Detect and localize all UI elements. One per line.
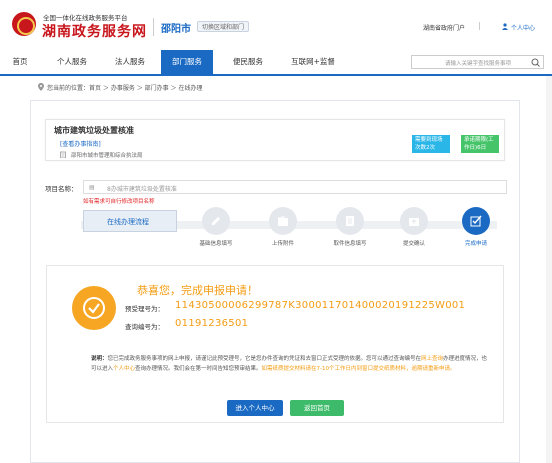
- personal-center-inline-link[interactable]: 个人中心: [113, 366, 135, 372]
- check-edit-icon: [470, 215, 482, 227]
- step-1-circle: [202, 207, 230, 235]
- visits-badge-line1: 需要到现场: [415, 137, 443, 143]
- nav-item-convenience[interactable]: 便民服务: [226, 50, 270, 74]
- step-5-label: 完成申请: [464, 241, 487, 247]
- department-name: 邵阳市城市管理和综合执法局: [71, 153, 143, 159]
- site-header: 全国一体化在线政务服务平台 湖南政务服务网 邵阳市 切换区域和部门 湖南省政府门…: [0, 0, 552, 50]
- visits-badge: 需要到现场 次数2次: [412, 135, 450, 153]
- search-placeholder: 请输入关键字查找服务事项: [445, 61, 512, 67]
- enter-personal-center-button[interactable]: 进入个人中心: [227, 400, 283, 416]
- nav-item-legal[interactable]: 法人服务: [108, 50, 152, 74]
- upload-folder-icon: [278, 216, 288, 226]
- breadcrumb: 您当前的位置：首页 ＞ 办事服务 ＞ 部门办事 ＞ 在线办理: [47, 83, 202, 92]
- desc-text-3: 查询办理情况。我们会在第一时间告知您预审结果。: [135, 366, 262, 372]
- current-city: 邵阳市: [161, 24, 191, 35]
- form-icon: ▤: [89, 184, 95, 191]
- project-name-value: 8办城市建筑垃圾处置核准: [107, 186, 177, 193]
- nav-item-department[interactable]: 部门服务: [161, 50, 213, 74]
- success-panel: 恭喜您，完成申报申请！ 预受理号为： 11430500006299787K300…: [46, 265, 504, 423]
- project-name-input[interactable]: ▤ 8办城市建筑垃圾处置核准: [83, 180, 507, 194]
- step-2-label: 上传附件: [271, 241, 294, 247]
- breadcrumb-prefix: 您当前的位置：: [47, 85, 90, 92]
- user-icon: [502, 23, 508, 30]
- deadline-badge-line1: 承诺期限(工: [464, 137, 494, 143]
- search-button[interactable]: [528, 55, 544, 69]
- paper-material-notice: 如需纸质提交材料请在7-10个工作日内到窗口提交纸质材料，逾期请重新申请。: [261, 366, 456, 372]
- step-4-label: 提交确认: [402, 241, 425, 247]
- step-2-circle: [269, 207, 297, 235]
- submit-folder-icon: [409, 218, 419, 226]
- query-number-value: 01191236501: [175, 318, 249, 329]
- step-3-label: 取件信息填写: [333, 241, 367, 247]
- main-panel: 城市建筑垃圾处置核准 [查看办事指南] 邵阳市城市管理和综合执法局 需要到现场 …: [30, 100, 520, 463]
- nav-item-personal[interactable]: 个人服务: [50, 50, 94, 74]
- provincial-portal-link[interactable]: 湖南省政府门户: [423, 23, 465, 32]
- header-divider: [153, 18, 154, 36]
- search-icon: [531, 58, 540, 67]
- desc-text-1: 您已完成政务服务事项的网上申报，请谨记此预受理号，它是您办件查询的凭证和去窗口正…: [107, 356, 422, 362]
- step-4-circle: [400, 207, 428, 235]
- project-name-hint: 如有需求可自行修改项目名称: [83, 199, 155, 205]
- deadline-badge-line2: 作日)6日: [464, 145, 487, 151]
- header-link-separator: [479, 22, 480, 30]
- step-3-circle: [336, 207, 364, 235]
- item-card: 城市建筑垃圾处置核准 [查看办事指南] 邵阳市城市管理和综合执法局 需要到现场 …: [45, 119, 505, 161]
- breadcrumb-path[interactable]: 首页 ＞ 办事服务 ＞ 部门办事 ＞ 在线办理: [89, 85, 202, 92]
- result-description: 说明：您已完成政务服务事项的网上申报，请谨记此预受理号，它是您办件查询的凭证和去…: [91, 354, 491, 374]
- item-title: 城市建筑垃圾处置核准: [54, 126, 134, 135]
- national-emblem-icon[interactable]: [12, 12, 36, 36]
- success-check-icon: [72, 286, 116, 330]
- nav-item-supervision[interactable]: 互联网+监督: [284, 50, 342, 74]
- visits-badge-line2: 次数2次: [415, 145, 435, 151]
- switch-region-button[interactable]: 切换区域和部门: [197, 21, 250, 32]
- main-nav: 首页 个人服务 法人服务 部门服务 便民服务 互联网+监督 请输入关键字查找服务…: [0, 50, 552, 76]
- success-title: 恭喜您，完成申报申请！: [137, 284, 258, 297]
- query-number-label: 查询编号为：: [125, 323, 164, 331]
- deadline-badge: 承诺期限(工 作日)6日: [461, 135, 499, 153]
- personal-center-link[interactable]: 个人中心: [511, 23, 535, 32]
- pencil-icon: [212, 217, 220, 225]
- search-input[interactable]: 请输入关键字查找服务事项: [411, 55, 529, 69]
- view-guide-link[interactable]: [查看办事指南]: [60, 139, 101, 148]
- process-start-tag: 在线办理流程: [83, 210, 177, 232]
- site-logo-title[interactable]: 湖南政务服务网: [42, 21, 147, 41]
- check-circle-icon: [83, 297, 105, 319]
- step-5-circle: [462, 207, 490, 235]
- desc-label: 说明：: [91, 356, 108, 362]
- pre-number-label: 预受理号为：: [125, 305, 164, 313]
- page-scrollbar[interactable]: [546, 76, 552, 463]
- location-pin-icon: [38, 83, 44, 91]
- department-icon: [60, 151, 66, 158]
- back-home-button[interactable]: 返回首页: [290, 400, 344, 416]
- online-query-link[interactable]: 网上查询: [421, 356, 443, 362]
- pre-number-value: 11430500006299787K300011701400020191225W…: [175, 300, 466, 311]
- project-name-label: 项目名称：: [45, 185, 78, 193]
- step-1-label: 基础信息填写: [199, 241, 233, 247]
- nav-item-home[interactable]: 首页: [8, 50, 32, 74]
- process-title: 在线办理流程: [107, 218, 149, 226]
- document-icon: [346, 216, 354, 226]
